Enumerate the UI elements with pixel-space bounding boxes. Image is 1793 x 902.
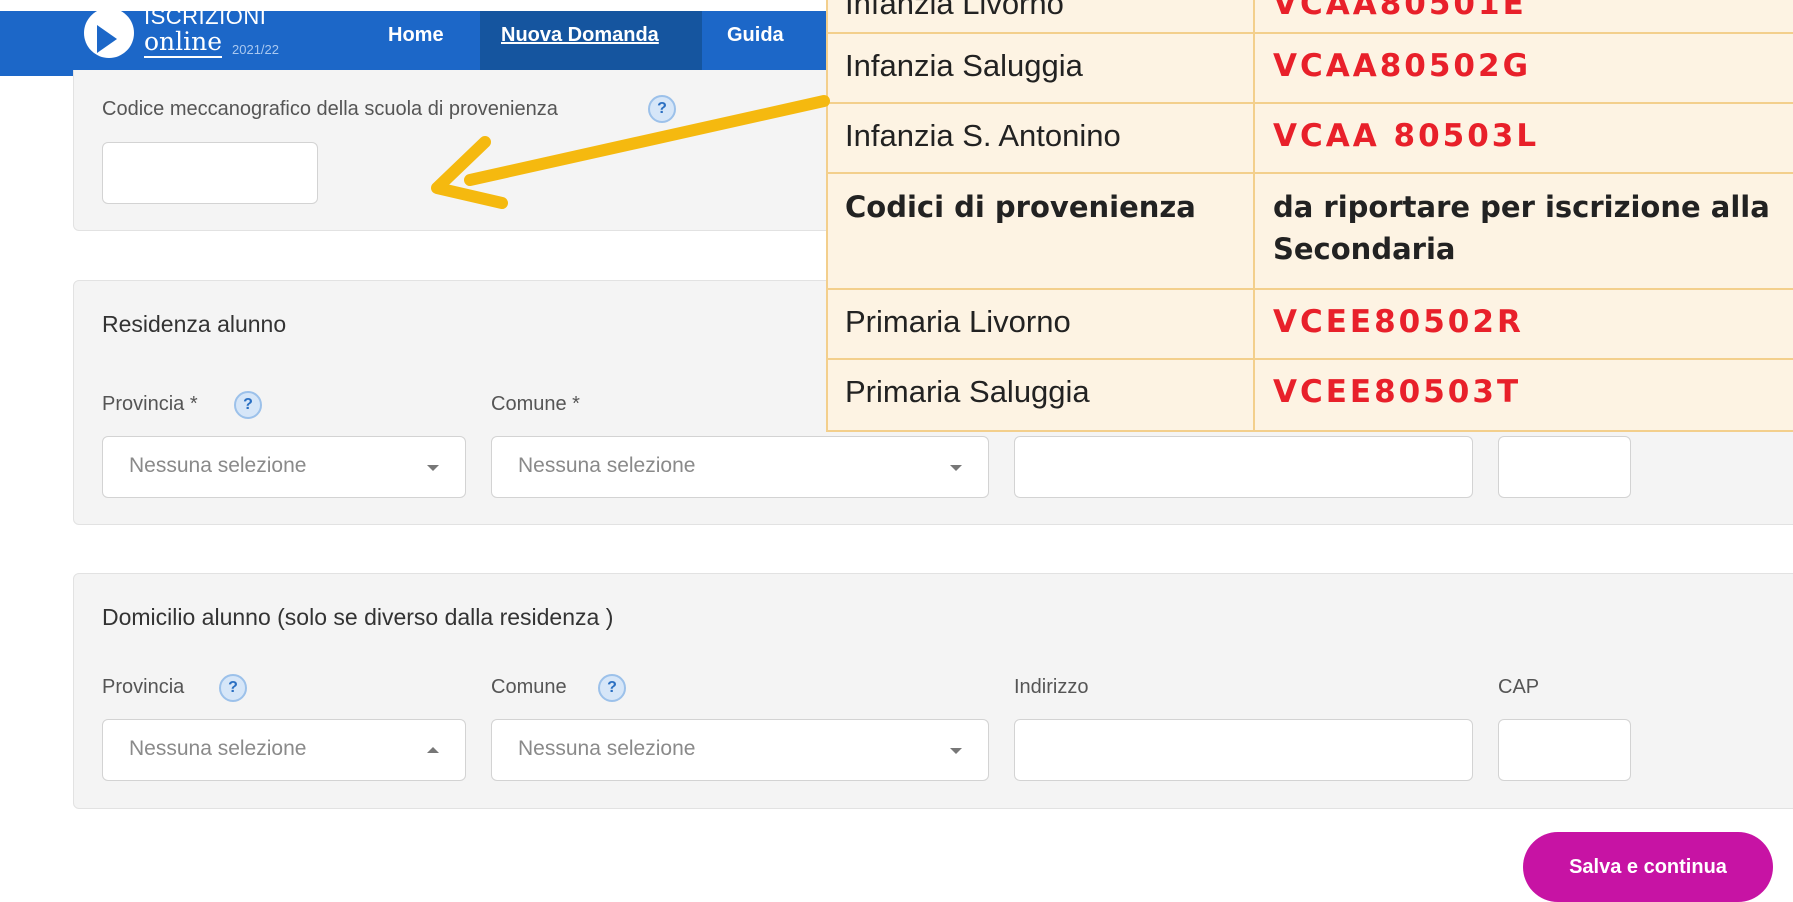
arrow-shaft [464, 95, 830, 186]
pointer-arrow-icon [431, 95, 830, 209]
